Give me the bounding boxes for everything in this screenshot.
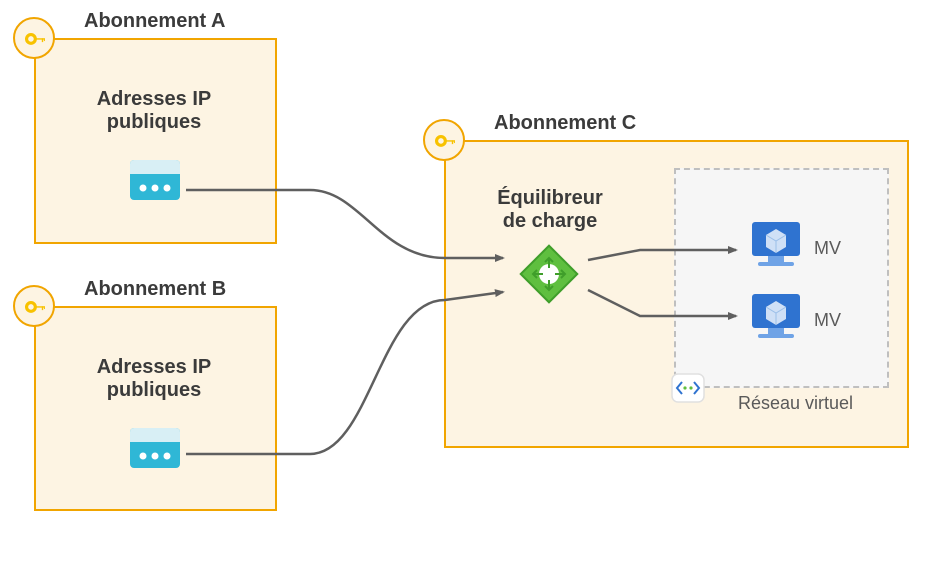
subscription-a-iplabel: Adresses IP publiques: [64, 88, 244, 134]
vnet-label: Réseau virtuel: [738, 393, 853, 414]
vm1-label: MV: [814, 238, 841, 259]
virtual-network-box: [674, 168, 889, 388]
subscription-a-box: [34, 38, 277, 244]
subscription-b-title: Abonnement B: [84, 278, 226, 301]
vm2-label: MV: [814, 310, 841, 331]
subscription-b-box: [34, 306, 277, 511]
subscription-a-title: Abonnement A: [84, 10, 225, 33]
lb-label: Équilibreur de charge: [480, 187, 620, 233]
subscription-c-title: Abonnement C: [494, 112, 636, 135]
subscription-b-iplabel: Adresses IP publiques: [64, 356, 244, 402]
